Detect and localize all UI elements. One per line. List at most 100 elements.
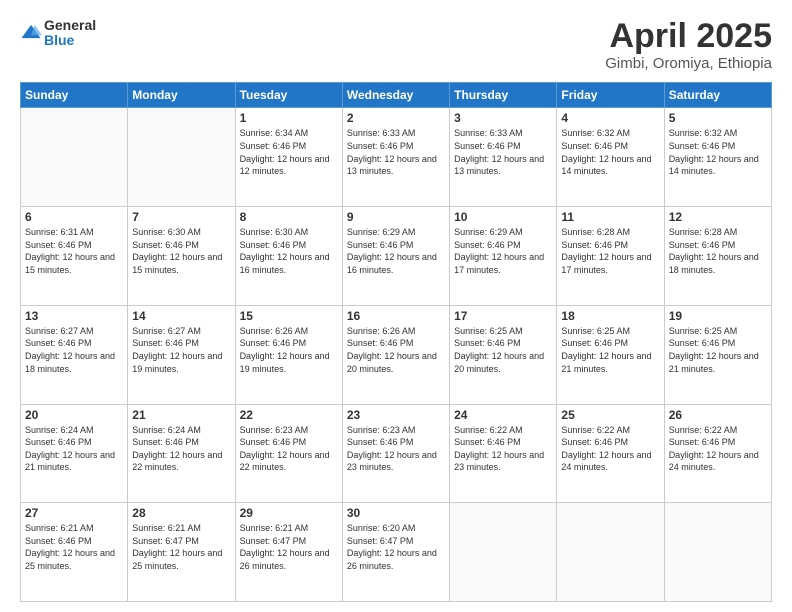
table-row: 17 Sunrise: 6:25 AMSunset: 6:46 PMDaylig… [450, 305, 557, 404]
table-row: 11 Sunrise: 6:28 AMSunset: 6:46 PMDaylig… [557, 207, 664, 306]
day-info: Sunrise: 6:25 AMSunset: 6:46 PMDaylight:… [669, 325, 767, 375]
table-row: 22 Sunrise: 6:23 AMSunset: 6:46 PMDaylig… [235, 404, 342, 503]
table-row: 13 Sunrise: 6:27 AMSunset: 6:46 PMDaylig… [21, 305, 128, 404]
day-info: Sunrise: 6:31 AMSunset: 6:46 PMDaylight:… [25, 226, 123, 276]
table-row: 25 Sunrise: 6:22 AMSunset: 6:46 PMDaylig… [557, 404, 664, 503]
day-number: 12 [669, 210, 767, 224]
table-row: 14 Sunrise: 6:27 AMSunset: 6:46 PMDaylig… [128, 305, 235, 404]
day-info: Sunrise: 6:29 AMSunset: 6:46 PMDaylight:… [347, 226, 445, 276]
day-number: 11 [561, 210, 659, 224]
day-info: Sunrise: 6:29 AMSunset: 6:46 PMDaylight:… [454, 226, 552, 276]
day-number: 5 [669, 111, 767, 125]
day-info: Sunrise: 6:30 AMSunset: 6:46 PMDaylight:… [240, 226, 338, 276]
table-row: 21 Sunrise: 6:24 AMSunset: 6:46 PMDaylig… [128, 404, 235, 503]
day-info: Sunrise: 6:27 AMSunset: 6:46 PMDaylight:… [25, 325, 123, 375]
logo-blue: Blue [44, 33, 96, 48]
day-number: 27 [25, 506, 123, 520]
day-number: 25 [561, 408, 659, 422]
day-number: 3 [454, 111, 552, 125]
day-info: Sunrise: 6:22 AMSunset: 6:46 PMDaylight:… [561, 424, 659, 474]
day-info: Sunrise: 6:22 AMSunset: 6:46 PMDaylight:… [454, 424, 552, 474]
header-saturday: Saturday [664, 83, 771, 108]
day-number: 28 [132, 506, 230, 520]
header: General Blue April 2025 Gimbi, Oromiya, … [20, 18, 772, 72]
logo-icon [20, 22, 42, 44]
calendar: Sunday Monday Tuesday Wednesday Thursday… [20, 82, 772, 602]
table-row: 1 Sunrise: 6:34 AMSunset: 6:46 PMDayligh… [235, 108, 342, 207]
day-info: Sunrise: 6:21 AMSunset: 6:46 PMDaylight:… [25, 522, 123, 572]
logo: General Blue [20, 18, 96, 49]
day-number: 18 [561, 309, 659, 323]
table-row: 20 Sunrise: 6:24 AMSunset: 6:46 PMDaylig… [21, 404, 128, 503]
table-row [557, 503, 664, 602]
day-number: 19 [669, 309, 767, 323]
main-title: April 2025 [605, 18, 772, 55]
table-row [21, 108, 128, 207]
table-row: 30 Sunrise: 6:20 AMSunset: 6:47 PMDaylig… [342, 503, 449, 602]
calendar-row: 6 Sunrise: 6:31 AMSunset: 6:46 PMDayligh… [21, 207, 772, 306]
day-info: Sunrise: 6:20 AMSunset: 6:47 PMDaylight:… [347, 522, 445, 572]
table-row: 5 Sunrise: 6:32 AMSunset: 6:46 PMDayligh… [664, 108, 771, 207]
day-number: 14 [132, 309, 230, 323]
table-row: 9 Sunrise: 6:29 AMSunset: 6:46 PMDayligh… [342, 207, 449, 306]
header-friday: Friday [557, 83, 664, 108]
table-row: 29 Sunrise: 6:21 AMSunset: 6:47 PMDaylig… [235, 503, 342, 602]
table-row: 12 Sunrise: 6:28 AMSunset: 6:46 PMDaylig… [664, 207, 771, 306]
day-number: 10 [454, 210, 552, 224]
day-info: Sunrise: 6:21 AMSunset: 6:47 PMDaylight:… [240, 522, 338, 572]
header-sunday: Sunday [21, 83, 128, 108]
day-number: 7 [132, 210, 230, 224]
day-info: Sunrise: 6:28 AMSunset: 6:46 PMDaylight:… [669, 226, 767, 276]
table-row [128, 108, 235, 207]
day-number: 16 [347, 309, 445, 323]
day-number: 20 [25, 408, 123, 422]
table-row: 16 Sunrise: 6:26 AMSunset: 6:46 PMDaylig… [342, 305, 449, 404]
day-info: Sunrise: 6:34 AMSunset: 6:46 PMDaylight:… [240, 127, 338, 177]
table-row: 19 Sunrise: 6:25 AMSunset: 6:46 PMDaylig… [664, 305, 771, 404]
day-info: Sunrise: 6:26 AMSunset: 6:46 PMDaylight:… [240, 325, 338, 375]
table-row: 27 Sunrise: 6:21 AMSunset: 6:46 PMDaylig… [21, 503, 128, 602]
day-number: 24 [454, 408, 552, 422]
day-info: Sunrise: 6:25 AMSunset: 6:46 PMDaylight:… [561, 325, 659, 375]
day-number: 17 [454, 309, 552, 323]
calendar-row: 1 Sunrise: 6:34 AMSunset: 6:46 PMDayligh… [21, 108, 772, 207]
day-number: 15 [240, 309, 338, 323]
table-row: 10 Sunrise: 6:29 AMSunset: 6:46 PMDaylig… [450, 207, 557, 306]
table-row: 26 Sunrise: 6:22 AMSunset: 6:46 PMDaylig… [664, 404, 771, 503]
table-row: 8 Sunrise: 6:30 AMSunset: 6:46 PMDayligh… [235, 207, 342, 306]
table-row: 28 Sunrise: 6:21 AMSunset: 6:47 PMDaylig… [128, 503, 235, 602]
table-row [450, 503, 557, 602]
table-row: 4 Sunrise: 6:32 AMSunset: 6:46 PMDayligh… [557, 108, 664, 207]
day-info: Sunrise: 6:33 AMSunset: 6:46 PMDaylight:… [347, 127, 445, 177]
day-info: Sunrise: 6:23 AMSunset: 6:46 PMDaylight:… [240, 424, 338, 474]
table-row: 15 Sunrise: 6:26 AMSunset: 6:46 PMDaylig… [235, 305, 342, 404]
table-row: 7 Sunrise: 6:30 AMSunset: 6:46 PMDayligh… [128, 207, 235, 306]
table-row: 2 Sunrise: 6:33 AMSunset: 6:46 PMDayligh… [342, 108, 449, 207]
day-info: Sunrise: 6:21 AMSunset: 6:47 PMDaylight:… [132, 522, 230, 572]
table-row: 18 Sunrise: 6:25 AMSunset: 6:46 PMDaylig… [557, 305, 664, 404]
day-info: Sunrise: 6:32 AMSunset: 6:46 PMDaylight:… [669, 127, 767, 177]
subtitle: Gimbi, Oromiya, Ethiopia [605, 55, 772, 72]
logo-general: General [44, 18, 96, 33]
weekday-header-row: Sunday Monday Tuesday Wednesday Thursday… [21, 83, 772, 108]
page: General Blue April 2025 Gimbi, Oromiya, … [0, 0, 792, 612]
calendar-row: 20 Sunrise: 6:24 AMSunset: 6:46 PMDaylig… [21, 404, 772, 503]
title-block: April 2025 Gimbi, Oromiya, Ethiopia [605, 18, 772, 72]
day-number: 9 [347, 210, 445, 224]
day-info: Sunrise: 6:32 AMSunset: 6:46 PMDaylight:… [561, 127, 659, 177]
day-info: Sunrise: 6:26 AMSunset: 6:46 PMDaylight:… [347, 325, 445, 375]
day-info: Sunrise: 6:23 AMSunset: 6:46 PMDaylight:… [347, 424, 445, 474]
day-number: 29 [240, 506, 338, 520]
day-info: Sunrise: 6:24 AMSunset: 6:46 PMDaylight:… [132, 424, 230, 474]
day-info: Sunrise: 6:30 AMSunset: 6:46 PMDaylight:… [132, 226, 230, 276]
day-info: Sunrise: 6:22 AMSunset: 6:46 PMDaylight:… [669, 424, 767, 474]
day-info: Sunrise: 6:28 AMSunset: 6:46 PMDaylight:… [561, 226, 659, 276]
day-info: Sunrise: 6:33 AMSunset: 6:46 PMDaylight:… [454, 127, 552, 177]
day-number: 21 [132, 408, 230, 422]
table-row: 24 Sunrise: 6:22 AMSunset: 6:46 PMDaylig… [450, 404, 557, 503]
day-number: 8 [240, 210, 338, 224]
day-number: 6 [25, 210, 123, 224]
day-number: 13 [25, 309, 123, 323]
table-row [664, 503, 771, 602]
table-row: 3 Sunrise: 6:33 AMSunset: 6:46 PMDayligh… [450, 108, 557, 207]
